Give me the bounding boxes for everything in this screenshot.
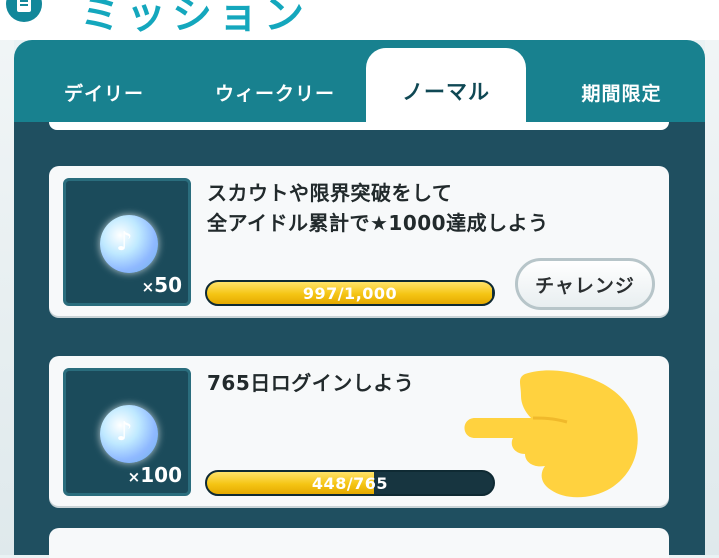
tab-limited[interactable]: 期間限定 <box>559 74 684 110</box>
progress-text: 997/1,000 <box>302 283 398 303</box>
tab-weekly[interactable]: ウィークリー <box>200 74 350 110</box>
reward-thumbnail: ♪ ×50 <box>63 178 191 306</box>
reward-quantity: ×100 <box>127 463 182 487</box>
next-card-edge <box>49 528 669 558</box>
mission-description: スカウトや限界突破をして 全アイドル累計で★1000達成しよう <box>207 181 549 235</box>
jewel-icon: ♪ <box>100 215 158 273</box>
music-note-icon: ♪ <box>116 417 133 447</box>
background-right <box>705 0 719 555</box>
tab-normal[interactable]: ノーマル <box>366 48 526 128</box>
background-left <box>0 0 14 555</box>
header: ミッション <box>0 0 719 40</box>
progress-bar: 448/765 <box>205 470 495 496</box>
challenge-button[interactable]: チャレンジ <box>515 258 655 310</box>
pointing-hand-emoji-icon <box>464 370 638 498</box>
music-note-icon: ♪ <box>116 227 133 257</box>
page-title: ミッション <box>80 0 310 38</box>
tab-daily[interactable]: デイリー <box>44 74 164 110</box>
reward-thumbnail: ♪ ×100 <box>63 368 191 496</box>
previous-card-edge <box>49 122 669 130</box>
tab-bar: デイリー ウィークリー ノーマル 期間限定 <box>14 40 705 128</box>
mission-card: ♪ ×50 スカウトや限界突破をして 全アイドル累計で★1000達成しよう 99… <box>49 166 669 316</box>
progress-bar: 997/1,000 <box>205 280 495 306</box>
progress-text: 448/765 <box>311 473 389 493</box>
jewel-icon: ♪ <box>100 405 158 463</box>
list-icon <box>6 0 42 22</box>
reward-quantity: ×50 <box>141 273 182 297</box>
